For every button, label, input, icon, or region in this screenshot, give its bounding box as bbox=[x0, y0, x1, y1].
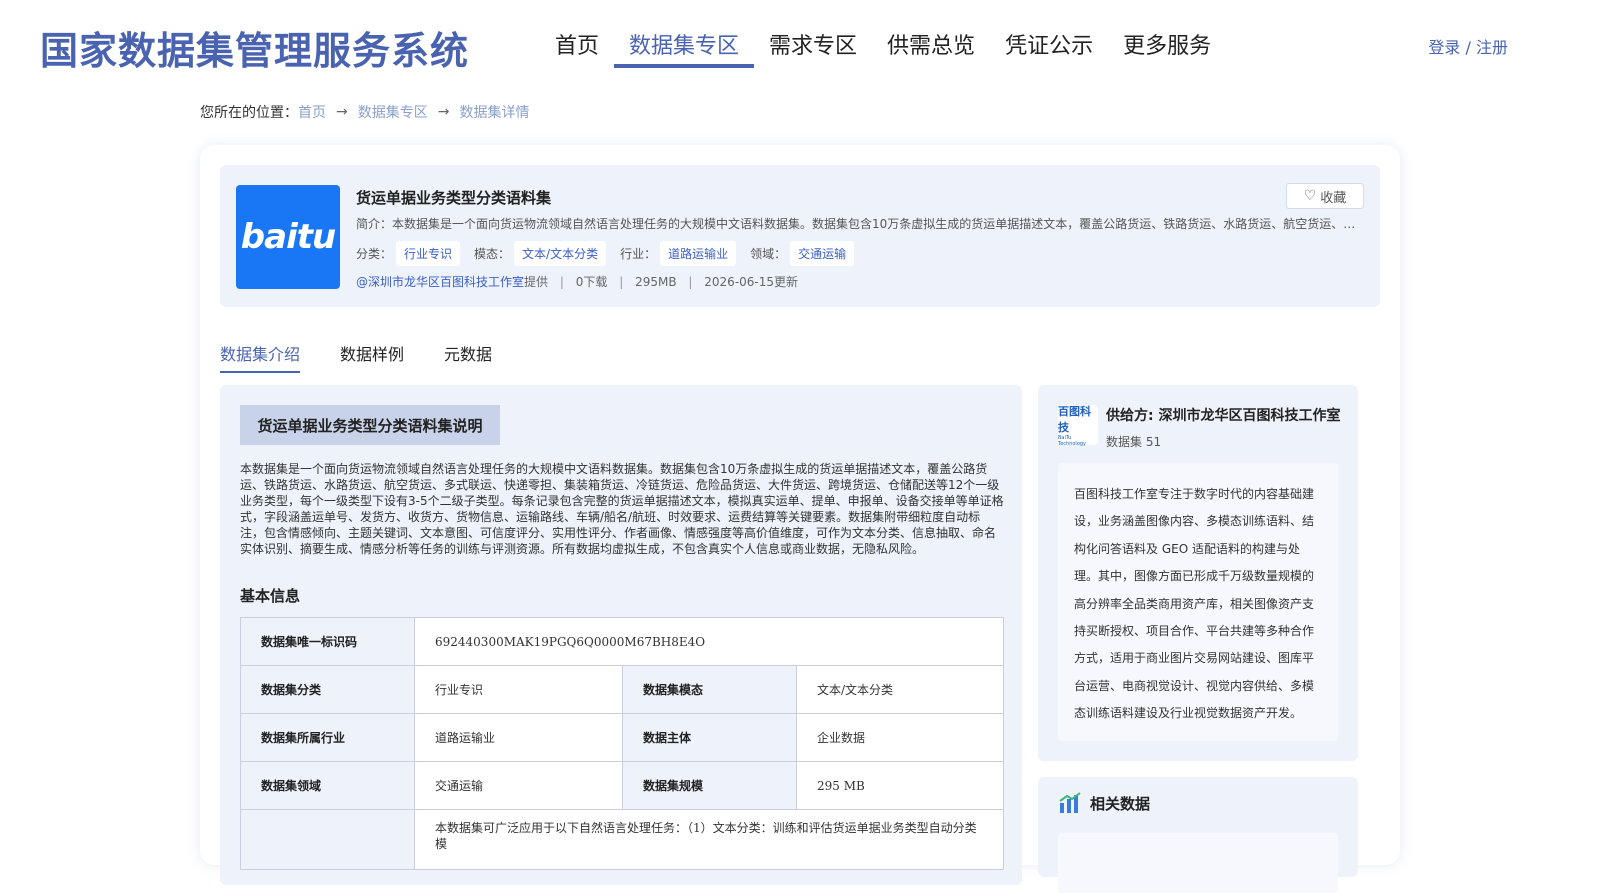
nav-more[interactable]: 更多服务 bbox=[1108, 28, 1226, 68]
domain-value: 交通运输 bbox=[414, 761, 623, 810]
heart-icon: ♡ bbox=[1303, 188, 1317, 204]
main-nav: 首页 数据集专区 需求专区 供需总览 凭证公示 更多服务 bbox=[540, 28, 1226, 68]
provider-link[interactable]: @深圳市龙华区百图科技工作室 bbox=[356, 275, 524, 289]
industry-label: 数据集所属行业 bbox=[240, 713, 415, 762]
basic-info-title: 基本信息 bbox=[240, 587, 301, 605]
id-value: 692440300MAK19PGQ6Q0000M67BH8E4O bbox=[414, 617, 1004, 666]
subject-value: 企业数据 bbox=[796, 713, 1004, 762]
tag-key-domain: 领域： bbox=[750, 247, 787, 261]
dataset-intro: 简介：本数据集是一个面向货运物流领域自然语言处理任务的大规模中文语料数据集。数据… bbox=[356, 217, 1356, 231]
provider-logo: 百图科技 BaiTu Technology bbox=[1058, 405, 1098, 447]
tab-metadata[interactable]: 元数据 bbox=[444, 341, 492, 373]
id-label: 数据集唯一标识码 bbox=[240, 617, 415, 666]
modality-value: 文本/文本分类 bbox=[796, 665, 1004, 714]
arrow-right-icon: → bbox=[336, 104, 348, 120]
detail-tabs: 数据集介绍 数据样例 元数据 bbox=[220, 341, 532, 373]
table-row: 数据集领域 交通运输 数据集规模 295 MB bbox=[240, 761, 1004, 810]
usage-value: 本数据集可广泛应用于以下自然语言处理任务：（1）文本分类：训练和评估货运单据业务… bbox=[414, 809, 1004, 870]
dataset-title: 货运单据业务类型分类语料集 bbox=[356, 189, 552, 207]
tab-introduction[interactable]: 数据集介绍 bbox=[220, 341, 301, 373]
breadcrumb-label: 您所在的位置： bbox=[200, 105, 298, 121]
provider-name[interactable]: 供给方: 深圳市龙华区百图科技工作室 bbox=[1106, 405, 1340, 425]
breadcrumb-current: 数据集详情 bbox=[459, 105, 530, 121]
table-row: 数据集所属行业 道路运输业 数据主体 企业数据 bbox=[240, 713, 1004, 762]
nav-home[interactable]: 首页 bbox=[540, 28, 614, 68]
industry-value: 道路运输业 bbox=[414, 713, 623, 762]
modality-label: 数据集模态 bbox=[622, 665, 797, 714]
meta-separator: | bbox=[559, 275, 564, 289]
site-title[interactable]: 国家数据集管理服务系统 bbox=[40, 20, 469, 75]
favorite-label: 收藏 bbox=[1320, 190, 1347, 206]
dataset-detail-card: baitu 货运单据业务类型分类语料集 ♡ 收藏 简介：本数据集是一个面向货运物… bbox=[200, 145, 1400, 893]
tag-value-industry[interactable]: 道路运输业 bbox=[660, 241, 737, 266]
tag-key-modality: 模态： bbox=[474, 247, 511, 261]
table-row: 数据集分类 行业专识 数据集模态 文本/文本分类 bbox=[240, 665, 1004, 714]
dataset-size: 295MB bbox=[635, 275, 677, 289]
provider-description: 百图科技工作室专注于数字时代的内容基础建设，业务涵盖图像内容、多模态训练语料、结… bbox=[1058, 463, 1338, 741]
usage-label bbox=[240, 809, 415, 870]
auth-links: 登录 / 注册 bbox=[1428, 34, 1508, 58]
basic-info-table: 数据集唯一标识码 692440300MAK19PGQ6Q0000M67BH8E4… bbox=[240, 617, 1004, 870]
scale-label: 数据集规模 bbox=[622, 761, 797, 810]
dataset-hero: baitu 货运单据业务类型分类语料集 ♡ 收藏 简介：本数据集是一个面向货运物… bbox=[220, 165, 1380, 307]
nav-overview[interactable]: 供需总览 bbox=[872, 28, 990, 68]
dataset-logo: baitu bbox=[236, 185, 340, 289]
table-row: 数据集唯一标识码 692440300MAK19PGQ6Q0000M67BH8E4… bbox=[240, 617, 1004, 666]
breadcrumb-home[interactable]: 首页 bbox=[298, 102, 326, 122]
provider-panel: 百图科技 BaiTu Technology 供给方: 深圳市龙华区百图科技工作室… bbox=[1038, 385, 1358, 761]
tag-value-modality[interactable]: 文本/文本分类 bbox=[514, 241, 607, 266]
favorite-button[interactable]: ♡ 收藏 bbox=[1286, 183, 1364, 209]
login-link[interactable]: 登录 bbox=[1428, 38, 1460, 57]
provider-dataset-count: 数据集 51 bbox=[1106, 435, 1162, 449]
meta-separator: | bbox=[688, 275, 693, 289]
description-heading: 货运单据业务类型分类语料集说明 bbox=[240, 405, 500, 445]
nav-datasets[interactable]: 数据集专区 bbox=[614, 28, 755, 68]
provider-logo-en: BaiTu Technology bbox=[1058, 435, 1087, 447]
nav-vouchers[interactable]: 凭证公示 bbox=[990, 28, 1108, 68]
tab-samples[interactable]: 数据样例 bbox=[340, 341, 404, 373]
bar-chart-icon bbox=[1059, 792, 1081, 813]
category-label: 数据集分类 bbox=[240, 665, 415, 714]
register-link[interactable]: 注册 bbox=[1476, 38, 1508, 57]
nav-demands[interactable]: 需求专区 bbox=[754, 28, 872, 68]
auth-separator: / bbox=[1460, 38, 1476, 57]
tag-value-domain[interactable]: 交通运输 bbox=[790, 241, 855, 266]
description-text: 本数据集是一个面向货运物流领域自然语言处理任务的大规模中文语料数据集。数据集包含… bbox=[240, 462, 1004, 556]
provided-label: 提供 bbox=[524, 275, 549, 289]
related-data-title: 相关数据 bbox=[1090, 795, 1151, 813]
tag-key-category: 分类： bbox=[356, 247, 393, 261]
related-data-list bbox=[1058, 833, 1338, 893]
table-row: 本数据集可广泛应用于以下自然语言处理任务：（1）文本分类：训练和评估货运单据业务… bbox=[240, 809, 1004, 870]
dataset-meta: @深圳市龙华区百图科技工作室提供 | 0下载 | 295MB | 2026-06… bbox=[356, 273, 798, 290]
breadcrumb-datasets[interactable]: 数据集专区 bbox=[358, 102, 428, 122]
update-date: 2026-06-15更新 bbox=[704, 275, 799, 289]
tag-key-industry: 行业： bbox=[620, 247, 657, 261]
breadcrumb: 您所在的位置： 首页 → 数据集专区 → 数据集详情 bbox=[200, 102, 529, 122]
subject-label: 数据主体 bbox=[622, 713, 797, 762]
category-value: 行业专识 bbox=[414, 665, 623, 714]
related-data-panel: 相关数据 bbox=[1038, 777, 1358, 893]
provider-logo-cn: 百图科技 bbox=[1058, 405, 1091, 434]
scale-value: 295 MB bbox=[796, 761, 1004, 810]
arrow-right-icon: → bbox=[437, 104, 450, 120]
meta-separator: | bbox=[619, 275, 624, 289]
domain-label: 数据集领域 bbox=[240, 761, 415, 810]
tag-value-category[interactable]: 行业专识 bbox=[396, 241, 461, 266]
dataset-tags: 分类： 行业专识 模态： 文本/文本分类 行业： 道路运输业 领域： 交通运输 bbox=[356, 241, 868, 266]
introduction-panel: 货运单据业务类型分类语料集说明 本数据集是一个面向货运物流领域自然语言处理任务的… bbox=[220, 385, 1022, 885]
download-count: 0下载 bbox=[575, 275, 608, 289]
